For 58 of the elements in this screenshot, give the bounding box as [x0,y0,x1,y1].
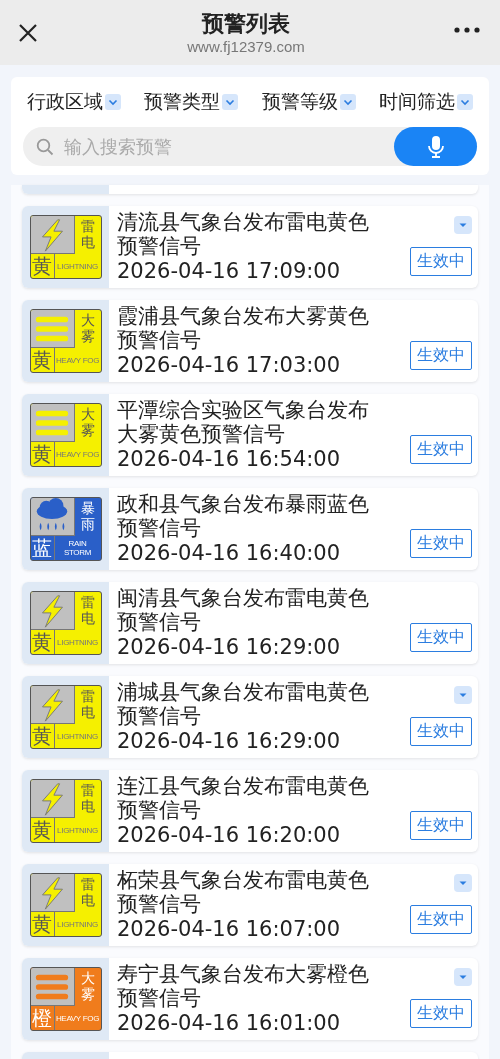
warning-signal-icon: 雷电 黄 LIGHTNING [29,591,102,655]
warning-title: 清流县气象台发布雷电黄色预警信号 [117,210,370,258]
warning-time: 2026-04-16 16:01:00 [117,1010,342,1036]
caret-icon[interactable] [454,874,472,892]
warning-time: 2026-04-16 16:20:00 [117,822,342,848]
status-tag: 生效中 [409,435,472,464]
voice-button[interactable] [394,127,477,166]
warning-card[interactable]: 雷电 黄 LIGHTNING 柘荣县气象台发布雷电黄色预警信号 2026-04-16 16:07:00 生效中 [22,864,478,946]
warning-signal-icon: 雷电 黄 LIGHTNING [29,215,102,279]
site-url: www.fj12379.com [187,38,305,55]
warning-title: 闽清县气象台发布雷电黄色预警信号 [117,586,370,634]
filter-dropdown[interactable]: 预警等级 [261,89,356,115]
warning-title: 连江县气象台发布雷电黄色预警信号 [117,774,370,822]
warning-signal-icon: 暴雨 蓝 RAIN STORM [29,497,102,561]
warning-card[interactable]: 雷电 黄 LIGHTNING 闽清县气象台发布雷电黄色预警信号 2026-04-16 16:29:00 生效中 [22,582,478,664]
warning-title: 寿宁县气象台发布大雾橙色预警信号 [117,962,370,1010]
warning-card[interactable]: 雷电 黄 LIGHTNING 连江县气象台发布雷电黄色预警信号 2026-04-16 16:20:00 生效中 [22,770,478,852]
warning-time: 2026-04-16 16:29:00 [117,634,342,660]
more-icon[interactable] [454,26,480,33]
warning-title: 柘荣县气象台发布雷电黄色预警信号 [117,868,370,916]
warning-time: 2026-04-16 17:09:00 [117,258,342,284]
filter-dropdown[interactable]: 预警类型 [144,89,239,115]
caret-icon[interactable] [454,968,472,986]
warning-signal-icon: 雷电 黄 LIGHTNING [29,873,102,937]
warning-signal-icon: 雷电 黄 LIGHTNING [29,779,102,843]
status-tag: 生效中 [409,905,472,934]
status-tag: 生效中 [409,717,472,746]
status-tag: 生效中 [409,247,472,276]
warning-time: 2026-04-16 16:07:00 [117,916,342,942]
status-tag: 生效中 [409,529,472,558]
warning-signal-icon: 雷电 黄 LIGHTNING [29,685,102,749]
filter-dropdown[interactable]: 行政区域 [27,89,121,115]
warning-title: 霞浦县气象台发布大雾黄色预警信号 [117,304,370,352]
warning-card[interactable]: 雷电 黄 LIGHTNING 清流县气象台发布雷电黄色预警信号 2026-04-16 17:09:00 生效中 [22,206,478,288]
warning-time: 2026-04-16 16:40:00 [117,540,342,566]
warning-card[interactable]: 暴雨 蓝 RAIN STORM 政和县气象台发布暴雨蓝色预警信号 2026-04-16 16:40:00 生效中 [22,488,478,570]
warning-time: 2026-04-16 16:54:00 [117,446,342,472]
chevron-icon [339,94,356,110]
chevron-icon [222,94,239,110]
warning-title: 平潭综合实验区气象台发布大雾黄色预警信号 [117,398,370,446]
filter-dropdown[interactable]: 时间筛选 [379,89,473,115]
status-tag: 生效中 [409,341,472,370]
microphone-icon [427,135,444,158]
status-tag: 生效中 [409,811,472,840]
warning-card[interactable]: 雷电 黄 LIGHTNING 浦城县气象台发布雷电黄色预警信号 2026-04-16 16:29:00 生效中 [22,676,478,758]
chevron-icon [457,94,473,110]
status-tag: 生效中 [409,999,472,1028]
chevron-icon [105,94,121,110]
warning-title: 政和县气象台发布暴雨蓝色预警信号 [117,492,370,540]
caret-icon[interactable] [454,216,472,234]
status-tag: 生效中 [409,623,472,652]
warning-time: 2026-04-16 16:29:00 [117,728,342,754]
page-title: 预警列表 [202,10,290,38]
warning-title: 浦城县气象台发布雷电黄色预警信号 [117,680,370,728]
caret-icon[interactable] [454,686,472,704]
close-icon[interactable] [18,22,38,43]
warning-time: 2026-04-16 17:03:00 [117,352,342,378]
search-icon [36,138,54,156]
